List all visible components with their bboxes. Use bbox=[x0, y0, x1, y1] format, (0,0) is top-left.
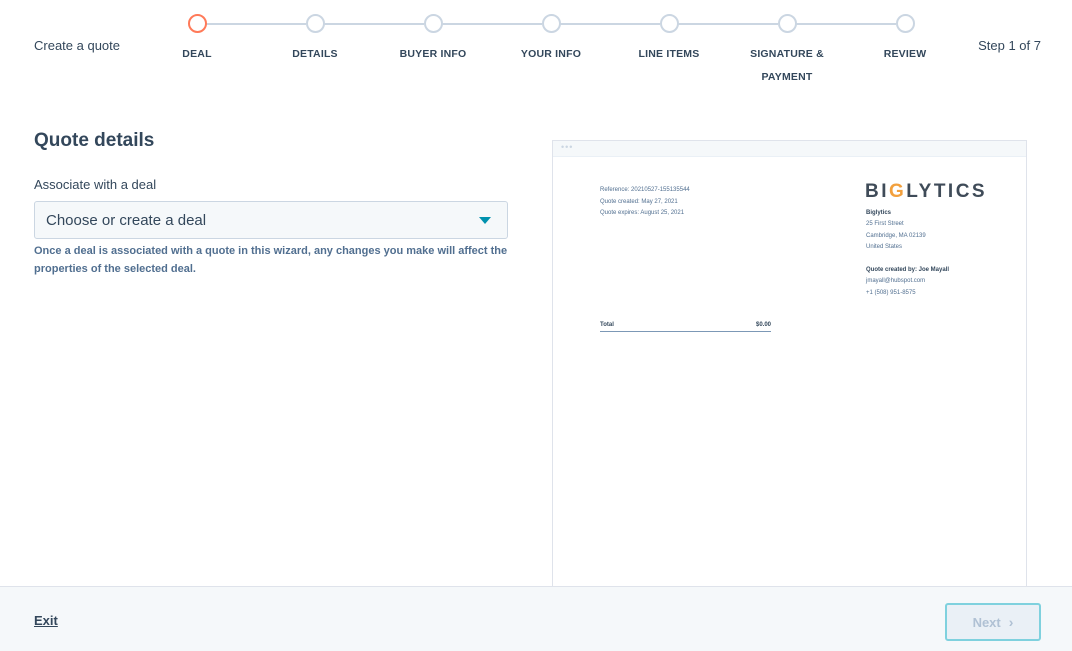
step-buyer-info[interactable]: BUYER INFO bbox=[373, 14, 493, 66]
step-review[interactable]: REVIEW bbox=[845, 14, 965, 66]
wizard-footer: Exit Next › bbox=[0, 586, 1072, 651]
progress-stepper: DEAL DETAILS BUYER INFO YOUR INFO LINE I… bbox=[0, 0, 1072, 90]
step-label: SIGNATURE & PAYMENT bbox=[750, 48, 824, 83]
step-label: LINE ITEMS bbox=[638, 48, 700, 60]
step-circle-icon bbox=[305, 14, 325, 33]
next-button-label: Next bbox=[972, 615, 1001, 630]
quote-creator: Quote created by: Joe Mayall jmayall@hub… bbox=[866, 265, 949, 299]
step-label: REVIEW bbox=[883, 48, 927, 60]
step-signature-payment[interactable]: SIGNATURE & PAYMENT bbox=[741, 14, 833, 89]
chevron-right-icon: › bbox=[1008, 614, 1014, 630]
window-dots-icon: ••• bbox=[561, 142, 574, 152]
quote-meta: Reference: 20210527-155135544 Quote crea… bbox=[600, 185, 690, 220]
step-line-items[interactable]: LINE ITEMS bbox=[609, 14, 729, 66]
quote-preview: ••• Reference: 20210527-155135544 Quote … bbox=[552, 140, 1027, 600]
step-circle-icon bbox=[895, 14, 915, 33]
step-circle-icon bbox=[659, 14, 679, 33]
company-name: Biglytics bbox=[866, 210, 892, 216]
step-circle-icon bbox=[423, 14, 443, 33]
section-title: Quote details bbox=[34, 130, 155, 151]
step-circle-icon bbox=[777, 14, 797, 33]
total-row: Total $0.00 bbox=[600, 322, 771, 332]
caret-down-icon bbox=[479, 217, 491, 224]
deal-help-text: Once a deal is associated with a quote i… bbox=[34, 245, 508, 275]
total-label: Total bbox=[600, 322, 614, 328]
next-button[interactable]: Next › bbox=[945, 603, 1041, 641]
creator-email: jmayall@hubspot.com bbox=[866, 278, 926, 285]
step-deal[interactable]: DEAL bbox=[137, 14, 257, 66]
preview-window-bar: ••• bbox=[553, 141, 1026, 157]
quote-reference: Reference: 20210527-155135544 bbox=[600, 187, 690, 193]
quote-created-date: Quote created: May 27, 2021 bbox=[600, 198, 678, 205]
quote-expiry-date: Quote expires: August 25, 2021 bbox=[600, 210, 685, 216]
deal-select[interactable]: Choose or create a deal bbox=[34, 201, 508, 239]
step-label: YOUR INFO bbox=[520, 48, 582, 60]
exit-link[interactable]: Exit bbox=[34, 613, 58, 628]
total-value: $0.00 bbox=[755, 322, 771, 328]
creator-phone: +1 (508) 951-8575 bbox=[866, 289, 916, 296]
step-label: DEAL bbox=[182, 48, 212, 60]
step-label: DETAILS bbox=[292, 48, 338, 60]
step-label: BUYER INFO bbox=[399, 48, 467, 60]
step-circle-icon bbox=[541, 14, 561, 33]
deal-field-label: Associate with a deal bbox=[34, 177, 157, 192]
creator-name: Quote created by: Joe Mayall bbox=[866, 267, 950, 273]
step-counter: Step 1 of 7 bbox=[978, 38, 1041, 53]
step-details[interactable]: DETAILS bbox=[255, 14, 375, 66]
wizard-header: Create a quote DEAL DETAILS BUYER INFO Y… bbox=[0, 0, 1072, 100]
company-address: Biglytics 25 First Street Cambridge, MA … bbox=[866, 210, 926, 250]
company-logo: BIGLYTICS bbox=[865, 181, 988, 202]
step-circle-icon bbox=[187, 14, 207, 33]
step-your-info[interactable]: YOUR INFO bbox=[491, 14, 611, 66]
deal-select-value: Choose or create a deal bbox=[46, 212, 207, 229]
